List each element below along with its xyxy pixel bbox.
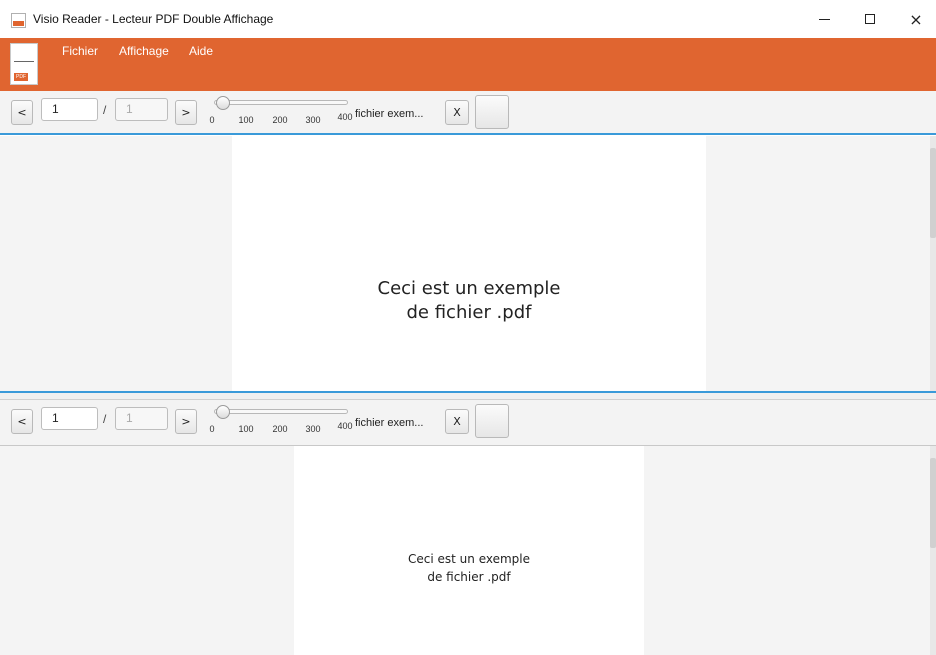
next-page-button[interactable]: > [175, 100, 197, 125]
next-page-button[interactable]: > [175, 409, 197, 434]
close-button[interactable]: × [893, 0, 936, 38]
pdf-viewer-top[interactable]: Ceci est un exemple de fichier .pdf [0, 136, 936, 391]
pdf-page: Ceci est un exemple de fichier .pdf [294, 446, 644, 655]
scrollbar-thumb[interactable] [930, 458, 936, 548]
zoom-tick: 200 [272, 115, 288, 125]
zoom-tick: 300 [305, 424, 321, 434]
zoom-tick: 300 [305, 115, 321, 125]
close-file-button[interactable]: X [445, 409, 469, 434]
pdf-logo: PDF [10, 43, 38, 85]
menu-affichage[interactable]: Affichage [119, 44, 169, 58]
pdf-text-line: Ceci est un exemple [377, 278, 561, 299]
maximize-button[interactable] [847, 0, 893, 38]
file-name-label: fichier exem... [355, 108, 424, 120]
zoom-tick: 100 [238, 115, 254, 125]
menu-bar: PDF Fichier Affichage Aide [0, 38, 936, 91]
app-icon [11, 13, 26, 28]
zoom-tick: 400 [337, 112, 353, 122]
logo-line [14, 61, 34, 62]
blank-button[interactable] [475, 95, 509, 129]
pdf-text-line: de fichier .pdf [427, 570, 511, 584]
zoom-tick: 0 [209, 424, 215, 434]
zoom-tick: 400 [337, 421, 353, 431]
title-bar: Visio Reader - Lecteur PDF Double Affich… [0, 0, 936, 38]
maximize-icon [865, 14, 875, 24]
menu-fichier[interactable]: Fichier [62, 44, 98, 58]
page-separator: / [103, 412, 107, 426]
previous-page-button[interactable]: < [11, 409, 33, 434]
split-divider[interactable] [0, 391, 936, 400]
close-icon: × [909, 9, 923, 29]
pdf-text-line: Ceci est un exemple [408, 552, 530, 566]
close-file-button[interactable]: X [445, 100, 469, 125]
total-pages-field: 1 [115, 98, 168, 121]
vertical-scrollbar[interactable] [930, 446, 936, 655]
pdf-viewer-bottom[interactable]: Ceci est un exemple de fichier .pdf [0, 446, 936, 655]
toolbar-bottom: < 1 / 1 > 0 100 200 300 400 fichier exem… [0, 400, 936, 446]
zoom-slider[interactable] [214, 409, 348, 414]
zoom-tick: 100 [238, 424, 254, 434]
zoom-slider-thumb[interactable] [216, 405, 230, 419]
page-separator: / [103, 103, 107, 117]
file-name-label: fichier exem... [355, 417, 424, 429]
menu-aide[interactable]: Aide [189, 44, 213, 58]
toolbar-top: < 1 / 1 > 0 100 200 300 400 fichier exem… [0, 91, 936, 135]
minimize-button[interactable] [801, 0, 847, 38]
blank-button[interactable] [475, 404, 509, 438]
logo-pdf-tag: PDF [14, 73, 28, 81]
page-number-input[interactable]: 1 [41, 407, 98, 430]
pdf-text-line: de fichier .pdf [406, 302, 532, 323]
vertical-scrollbar[interactable] [930, 136, 936, 391]
scrollbar-thumb[interactable] [930, 148, 936, 238]
zoom-tick: 0 [209, 115, 215, 125]
total-pages-field: 1 [115, 407, 168, 430]
zoom-tick: 200 [272, 424, 288, 434]
zoom-slider[interactable] [214, 100, 348, 105]
pdf-page-text: Ceci est un exemple de fichier .pdf [232, 277, 706, 325]
minimize-icon [818, 18, 830, 20]
page-number-input[interactable]: 1 [41, 98, 98, 121]
zoom-slider-thumb[interactable] [216, 96, 230, 110]
previous-page-button[interactable]: < [11, 100, 33, 125]
pdf-page-text: Ceci est un exemple de fichier .pdf [294, 550, 644, 586]
window-title: Visio Reader - Lecteur PDF Double Affich… [33, 12, 274, 26]
pdf-page: Ceci est un exemple de fichier .pdf [232, 136, 706, 391]
